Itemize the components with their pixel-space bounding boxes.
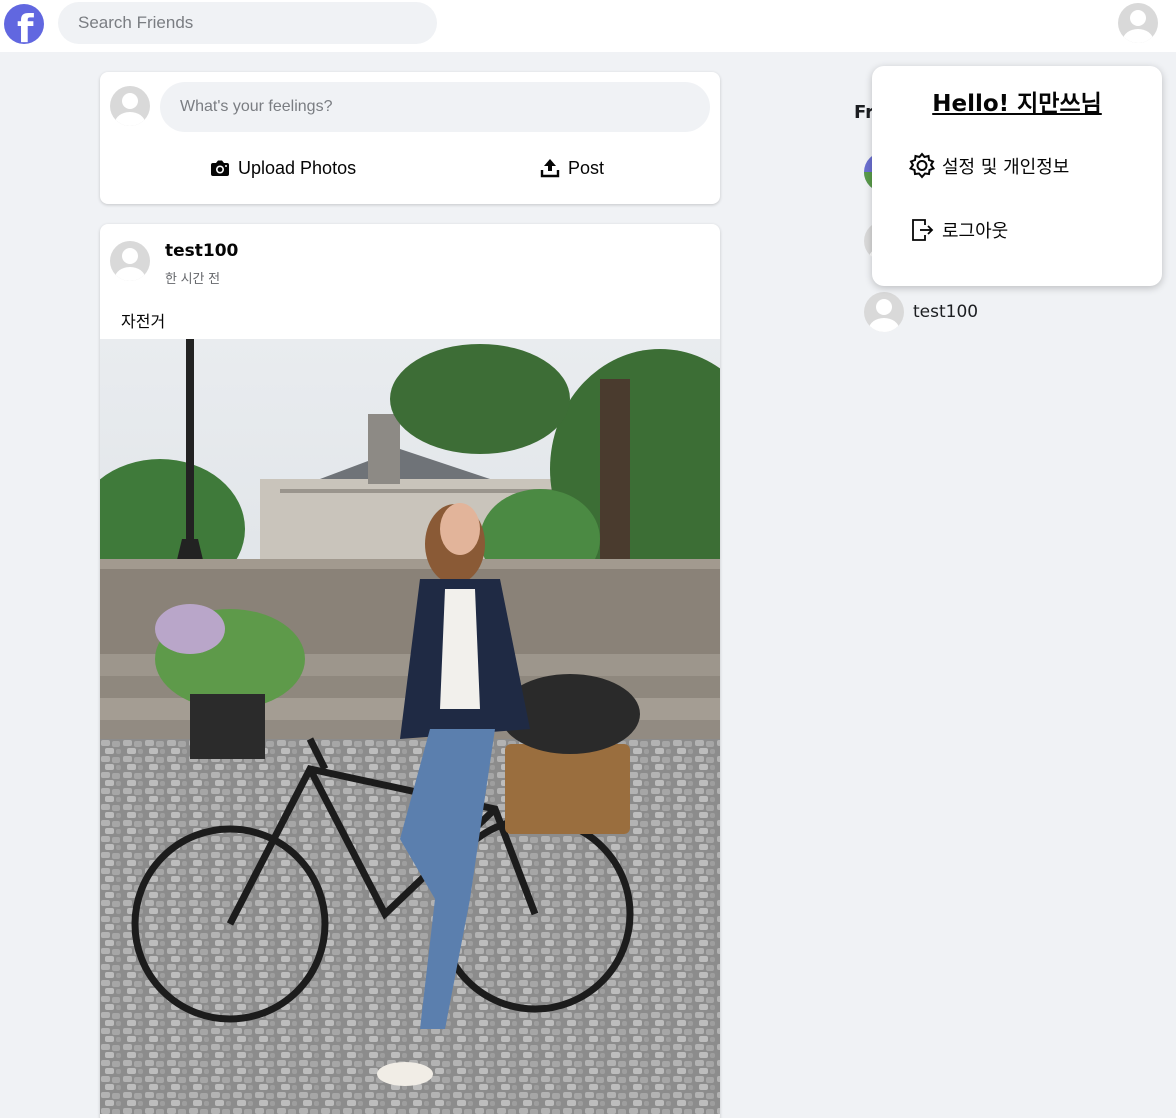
composer-avatar bbox=[110, 86, 150, 126]
friend-avatar bbox=[864, 292, 904, 332]
friend-name: test100 bbox=[913, 302, 979, 322]
search-friends-input[interactable] bbox=[58, 2, 437, 44]
profile-avatar-button[interactable] bbox=[1118, 3, 1158, 43]
camera-icon bbox=[211, 160, 229, 176]
post-text: 자전거 bbox=[121, 314, 166, 331]
post-author-avatar[interactable] bbox=[110, 241, 150, 281]
facebook-logo-icon[interactable]: f bbox=[4, 4, 44, 44]
gear-icon bbox=[908, 152, 936, 179]
logout-menu-item[interactable]: 로그아웃 bbox=[908, 216, 1008, 244]
upload-arrow-icon bbox=[540, 159, 560, 178]
upload-photos-label: Upload Photos bbox=[238, 157, 357, 178]
top-navigation-bar: f bbox=[0, 0, 1176, 52]
profile-dropdown-menu: Hello! 지만쓰님 설정 및 개인정보 로그아웃 bbox=[872, 66, 1162, 286]
settings-privacy-label: 설정 및 개인정보 bbox=[942, 157, 1070, 178]
post-composer: Upload Photos Post bbox=[100, 72, 720, 204]
post-photo[interactable] bbox=[100, 339, 720, 1114]
post-timestamp: 한 시간 전 bbox=[165, 271, 221, 286]
settings-privacy-menu-item[interactable]: 설정 및 개인정보 bbox=[908, 152, 1069, 180]
post-author-name[interactable]: test100 bbox=[165, 241, 238, 261]
feelings-input[interactable] bbox=[160, 82, 710, 132]
post-label: Post bbox=[568, 157, 605, 178]
friend-item-test100[interactable]: test100 bbox=[864, 292, 978, 332]
profile-greeting-link[interactable]: Hello! 지만쓰님 bbox=[872, 84, 1162, 118]
upload-photos-button[interactable]: Upload Photos bbox=[210, 154, 356, 182]
logo-letter: f bbox=[17, 7, 34, 44]
post-button[interactable]: Post bbox=[540, 154, 604, 182]
logout-label: 로그아웃 bbox=[942, 221, 1009, 242]
logout-icon bbox=[912, 219, 934, 241]
feed-post: test100 한 시간 전 자전거 bbox=[100, 224, 720, 1118]
